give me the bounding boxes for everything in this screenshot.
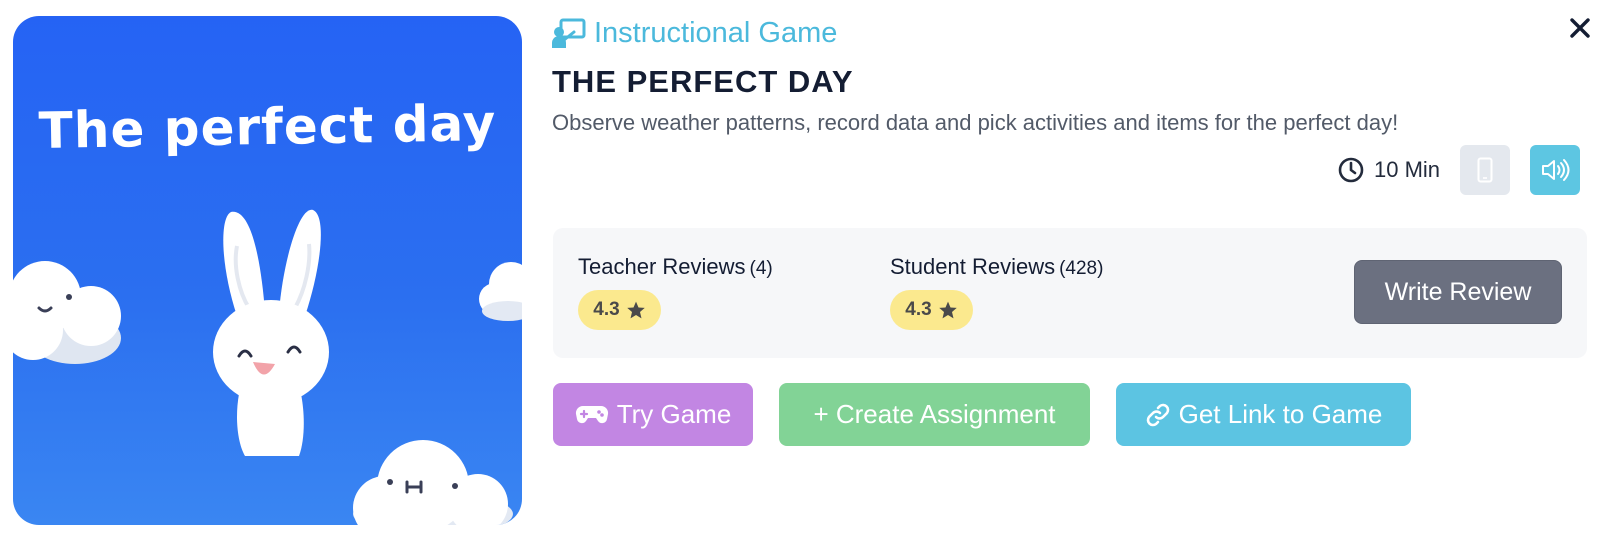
- clock-icon: [1338, 157, 1364, 183]
- star-icon: [626, 301, 645, 319]
- teacher-reviews: Teacher Reviews (4) 4.3: [578, 254, 773, 330]
- game-title: THE PERFECT DAY: [552, 64, 854, 99]
- student-reviews-label: Student Reviews: [890, 254, 1056, 279]
- cloud-right: [479, 262, 522, 321]
- teacher-board-icon: [552, 18, 586, 48]
- student-rating-value: 4.3: [905, 299, 932, 320]
- game-cover-image: The perfect day: [13, 16, 522, 525]
- star-icon: [938, 301, 957, 319]
- cover-illustration: [13, 209, 522, 525]
- teacher-reviews-count: (4): [749, 258, 773, 279]
- device-support-badge: [1460, 145, 1511, 195]
- cover-title: The perfect day: [38, 94, 497, 160]
- gamepad-icon: [575, 405, 608, 423]
- duration-label: 10 Min: [1374, 157, 1441, 182]
- cloud-bottom: [353, 440, 513, 525]
- get-link-button[interactable]: Get Link to Game: [1116, 383, 1411, 446]
- try-game-button[interactable]: Try Game: [553, 383, 753, 446]
- game-type-label: Instructional Game: [594, 16, 838, 49]
- teacher-rating-badge: 4.3: [578, 290, 661, 330]
- cloud-left: [13, 261, 121, 364]
- create-assignment-button[interactable]: + Create Assignment: [779, 383, 1090, 446]
- student-reviews: Student Reviews (428) 4.3: [890, 254, 1103, 330]
- reviews-panel: Teacher Reviews (4) 4.3 Student Reviews (4…: [553, 228, 1587, 358]
- get-link-label: Get Link to Game: [1178, 399, 1383, 429]
- game-description: Observe weather patterns, record data an…: [552, 110, 1399, 135]
- game-type: Instructional Game: [552, 16, 837, 50]
- student-reviews-count: (428): [1059, 258, 1104, 279]
- bunny: [213, 209, 329, 456]
- create-assignment-label: + Create Assignment: [813, 399, 1056, 429]
- teacher-reviews-label: Teacher Reviews: [578, 254, 746, 279]
- phone-icon: [1477, 157, 1493, 183]
- teacher-rating-value: 4.3: [593, 299, 620, 320]
- link-icon: [1146, 403, 1169, 426]
- game-meta: 10 Min: [1338, 144, 1581, 196]
- close-icon: [1570, 18, 1590, 38]
- duration: 10 Min: [1338, 157, 1440, 183]
- student-rating-badge: 4.3: [890, 290, 973, 330]
- close-button[interactable]: [1566, 14, 1594, 42]
- audio-support-badge: [1530, 145, 1581, 195]
- write-review-button[interactable]: Write Review: [1354, 260, 1562, 324]
- try-game-label: Try Game: [616, 399, 732, 429]
- speaker-icon: [1542, 159, 1570, 181]
